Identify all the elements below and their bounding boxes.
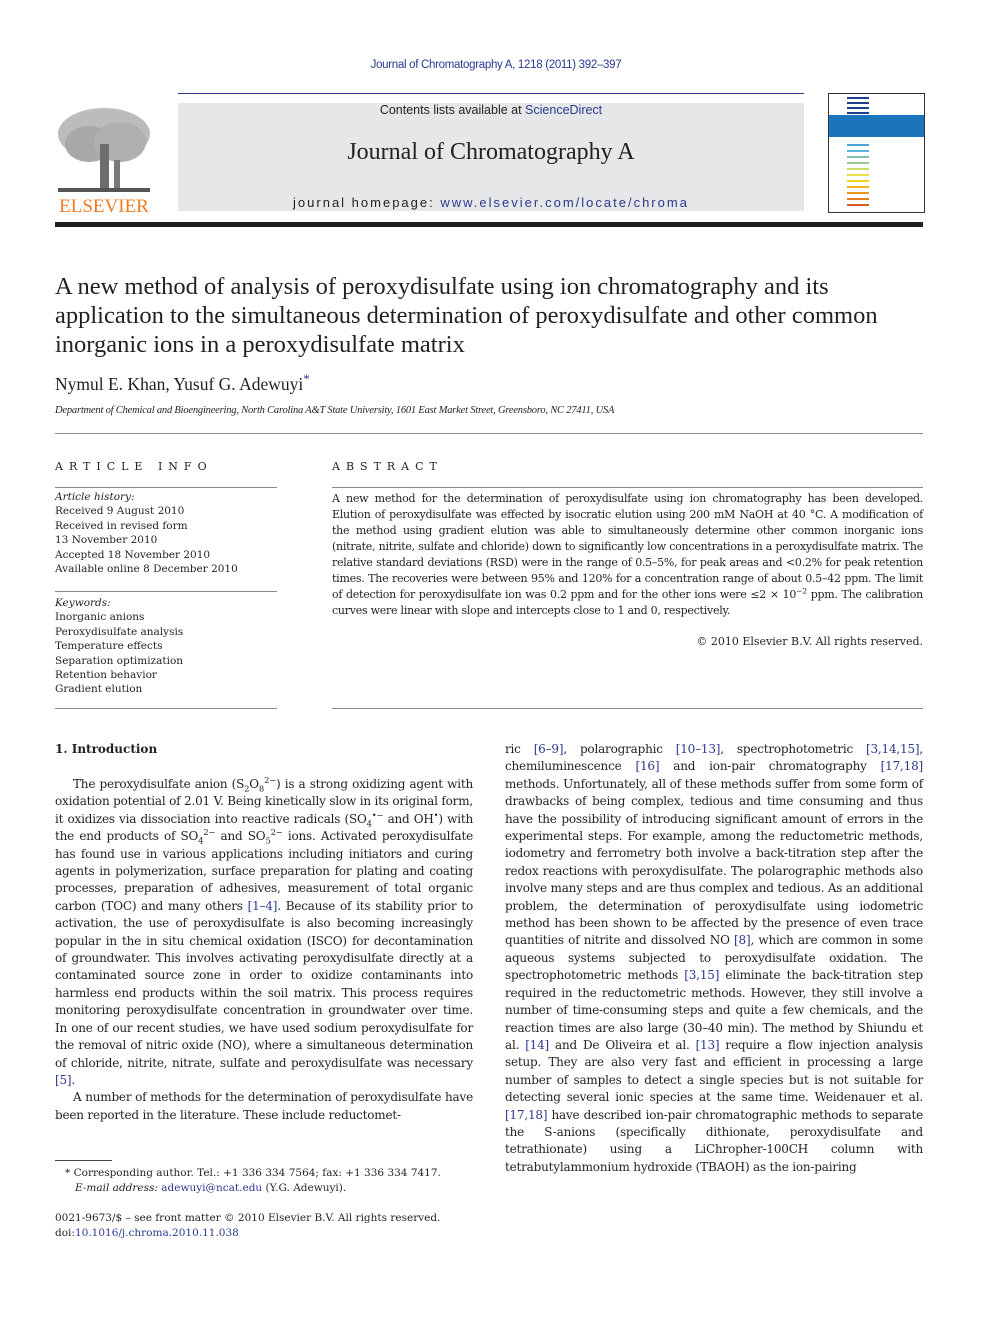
article-info-rule [55,487,277,488]
article-history: Article history: Received 9 August 2010 … [55,490,277,576]
citation-link[interactable]: [10–13] [676,742,721,756]
cover-title-band [829,115,924,137]
citation-link[interactable]: [6–9] [534,742,564,756]
authors: Nymul E. Khan, Yusuf G. Adewuyi* [55,371,310,394]
keyword: Gradient elution [55,683,143,696]
history-item: Received in revised form [55,519,188,532]
citation-link[interactable]: [3,15] [684,968,719,982]
abstract-bottom-rule [332,708,923,709]
history-item: 13 November 2010 [55,534,158,547]
keyword: Separation optimization [55,654,184,667]
journal-cover-thumbnail[interactable] [828,93,925,213]
homepage-line: journal homepage: www.elsevier.com/locat… [293,195,689,210]
doi-link[interactable]: 10.1016/j.chroma.2010.11.038 [75,1227,239,1239]
citation-link[interactable]: [14] [525,1038,549,1052]
footnote-rule [55,1160,112,1161]
citation-link[interactable]: [5] [55,1073,72,1087]
citation-link[interactable]: [3,14,15] [866,742,920,756]
citation-link[interactable]: [1–4] [248,899,278,913]
keyword: Retention behavior [55,669,157,682]
sciencedirect-link[interactable]: ScienceDirect [525,103,602,117]
keyword: Peroxydisulfate analysis [55,625,184,638]
history-item: Available online 8 December 2010 [55,563,238,576]
footnote-corresponding: * Corresponding author. Tel.: +1 336 334… [65,1167,441,1194]
keywords-rule [55,591,277,592]
article-info-heading: ARTICLE INFO [55,460,213,473]
issn-line: 0021-9673/$ – see front matter © 2010 El… [55,1212,441,1224]
elsevier-tree-icon: ELSEVIER [58,108,150,217]
paragraph: A number of methods for the determinatio… [55,1090,473,1122]
paragraph: ric [6–9], polarographic [10–13], spectr… [505,742,924,1174]
body-column-left: The peroxydisulfate anion (S2O82−) is a … [55,776,473,1124]
paragraph: The peroxydisulfate anion (S2O82−) is a … [55,775,474,1087]
homepage-link[interactable]: www.elsevier.com/locate/chroma [440,195,689,210]
section-heading-introduction: 1. Introduction [55,742,158,756]
elsevier-wordmark: ELSEVIER [59,196,149,216]
contents-line: Contents lists available at ScienceDirec… [379,103,603,117]
journal-title: Journal of Chromatography A [347,139,635,165]
citation-link[interactable]: [16] [635,759,659,773]
article-title: A new method of analysis of peroxydisulf… [55,273,878,358]
header-thick-rule [55,222,923,227]
elsevier-logo[interactable]: ELSEVIER [54,104,154,217]
affiliation: Department of Chemical and Bioengineerin… [55,405,615,416]
abstract-heading: ABSTRACT [332,460,443,473]
keywords: Keywords: Inorganic anions Peroxydisulfa… [55,596,277,697]
issn-doi-block: 0021-9673/$ – see front matter © 2010 El… [55,1212,441,1239]
journal-banner: Contents lists available at ScienceDirec… [178,103,804,211]
abstract-text: A new method for the determination of pe… [332,492,923,617]
history-item: Received 9 August 2010 [55,505,185,518]
running-head[interactable]: Journal of Chromatography A, 1218 (2011)… [0,59,992,71]
keyword: Temperature effects [55,640,163,653]
abstract-rule [332,487,923,488]
keyword: Inorganic anions [55,611,145,624]
title-divider [55,433,923,434]
citation-link[interactable]: [13] [696,1038,720,1052]
history-item: Accepted 18 November 2010 [55,548,211,561]
article-info-bottom-rule [55,708,277,709]
abstract-copyright: © 2010 Elsevier B.V. All rights reserved… [696,635,923,648]
header-rule [178,93,804,94]
email-link[interactable]: adewuyi@ncat.edu [161,1182,262,1194]
citation-link[interactable]: [17,18] [881,759,924,773]
citation-link[interactable]: [8] [734,933,751,947]
corresponding-author-link[interactable]: * [303,371,310,386]
body-column-right: ric [6–9], polarographic [10–13], spectr… [505,741,923,1176]
citation-link[interactable]: [17,18] [505,1108,548,1122]
